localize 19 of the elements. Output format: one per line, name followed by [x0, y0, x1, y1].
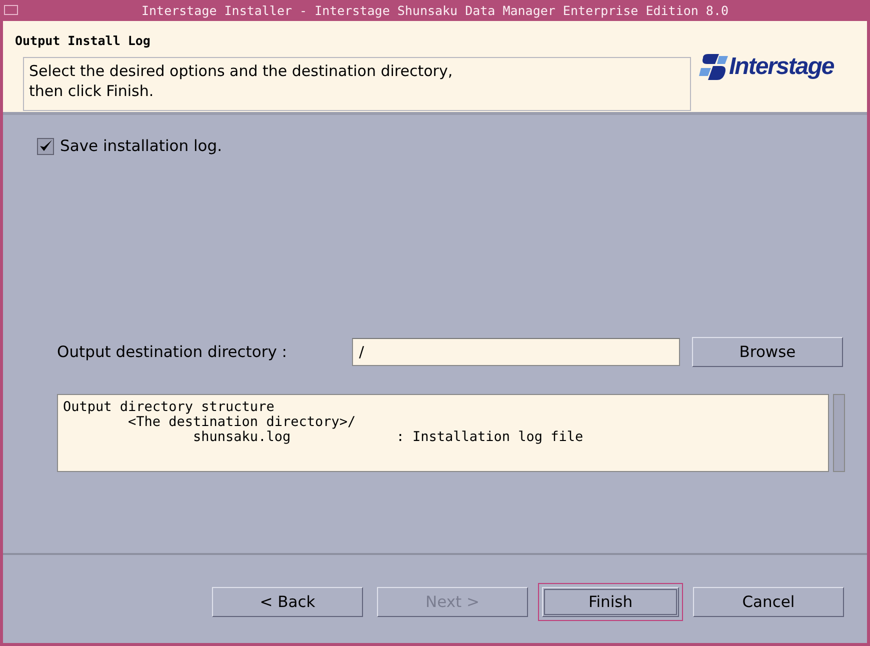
directory-input-field[interactable]: / [352, 338, 680, 366]
window-menu-button[interactable] [4, 5, 18, 15]
instruction-text: Select the desired options and the destination directory, [29, 61, 454, 81]
instruction-text: then click Finish. [29, 81, 155, 101]
logo-mark-icon [699, 54, 729, 80]
logo-text: Interstage [729, 53, 834, 81]
text-line: Output directory structure [63, 400, 276, 415]
text-line: shunsaku.log : Installation log file [192, 430, 584, 445]
browse-button[interactable]: Browse [692, 337, 843, 367]
window-title: Interstage Installer - Interstage Shunsaku Data Manager Enterprise Edition 8.0 [142, 3, 728, 18]
dialog-button[interactable]: < Back [212, 587, 363, 617]
field-label: Output destination directory : [57, 343, 288, 361]
text-line: <The destination directory>/ [127, 415, 357, 430]
dialog-button[interactable]: Cancel [693, 587, 844, 617]
checkbox[interactable] [37, 138, 54, 154]
dialog-button[interactable]: Finish [542, 587, 679, 617]
checkbox-label: Save installation log. [60, 137, 222, 155]
page-title: Output Install Log [15, 33, 152, 48]
scroll-bar[interactable] [833, 394, 845, 472]
